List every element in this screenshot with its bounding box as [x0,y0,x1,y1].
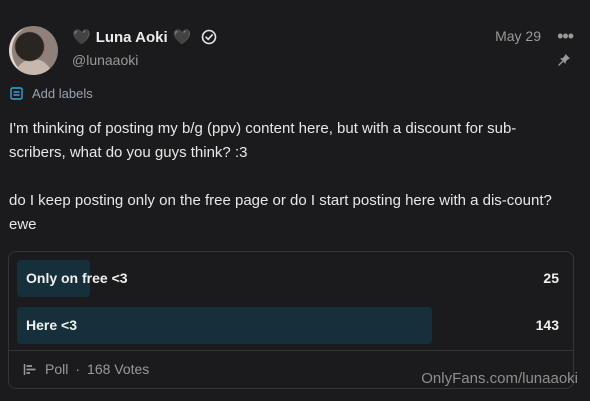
author-name-row[interactable]: 🖤 Luna Aoki 🖤 [72,27,217,47]
post-text: I'm thinking of posting my b/g (ppv) con… [9,117,569,237]
poll-divider [9,350,573,351]
poll-option-only-on-free[interactable]: Only on free <3 25 [17,260,559,297]
black-heart-icon: 🖤 [172,28,192,46]
more-options-icon[interactable]: ••• [557,26,574,47]
author-name[interactable]: Luna Aoki [96,29,168,46]
post-paragraph: do I keep posting only on the free page … [9,192,552,233]
poll-option-votes: 25 [543,270,559,286]
label-icon [10,87,23,100]
poll-footer: Poll · 168 Votes [23,361,149,377]
poll-total-votes: 168 Votes [87,361,150,377]
verified-badge-icon [202,29,217,45]
post-header: 🖤 Luna Aoki 🖤 @lunaaoki May 29 ••• [9,26,581,76]
poll-option-votes: 143 [535,317,559,333]
post-date: May 29 [495,28,541,44]
poll-option-bar [17,307,433,344]
author-handle[interactable]: @lunaaoki [72,52,138,68]
add-labels-text: Add labels [32,86,93,101]
poll-option-label: Here <3 [26,317,77,333]
poll-option-here[interactable]: Here <3 143 [17,307,559,344]
black-heart-icon: 🖤 [72,28,91,46]
poll: Only on free <3 25 Here <3 143 Poll · 16… [8,251,574,389]
watermark: OnlyFans.com/lunaaoki [421,370,578,387]
poll-label: Poll [45,361,69,377]
avatar[interactable] [9,26,58,75]
add-labels-button[interactable]: Add labels [10,86,93,101]
post-paragraph: I'm thinking of posting my b/g (ppv) con… [9,120,517,161]
poll-option-label: Only on free <3 [26,270,128,286]
pin-icon[interactable] [558,53,571,66]
separator-dot: · [75,361,81,377]
poll-icon [23,363,36,375]
